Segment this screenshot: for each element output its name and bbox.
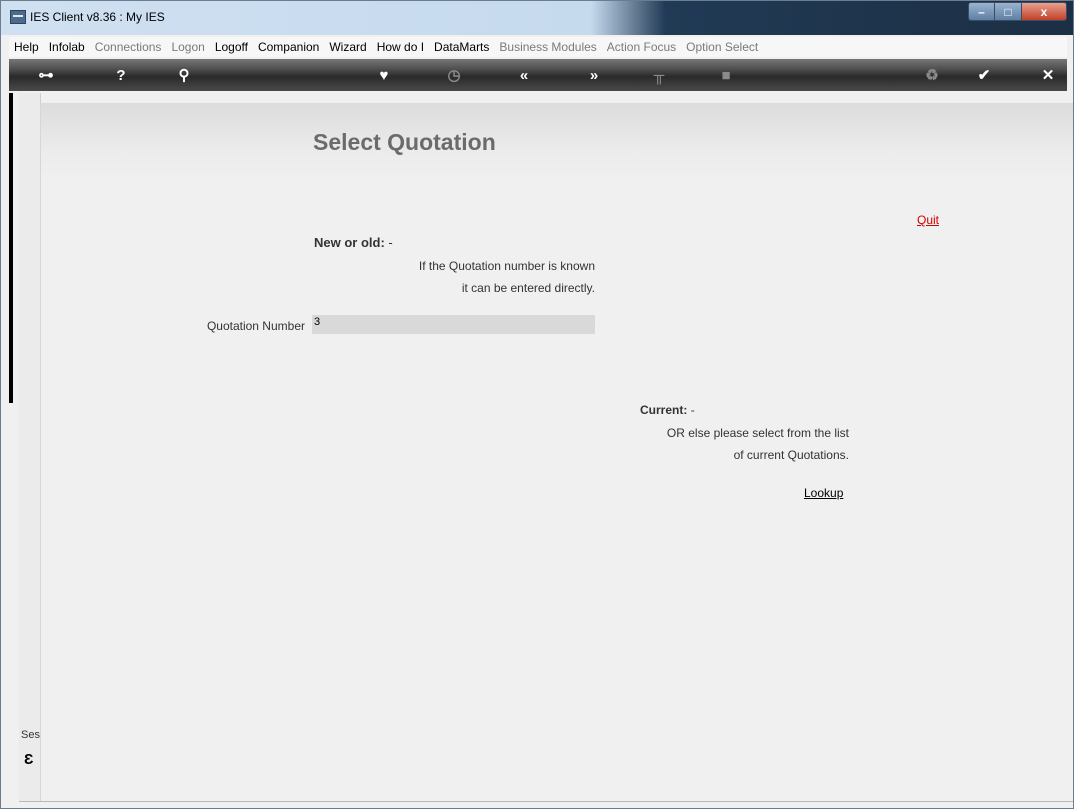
key-icon[interactable]: ⊶ bbox=[33, 65, 59, 85]
window-title: IES Client v8.36 : My IES bbox=[30, 10, 165, 24]
heart-icon[interactable]: ♥ bbox=[375, 65, 393, 85]
bottom-border bbox=[19, 801, 1073, 802]
check-icon[interactable]: ✔ bbox=[975, 65, 993, 85]
current-heading: Current: - bbox=[640, 403, 695, 417]
content-area bbox=[40, 103, 1073, 801]
current-dash: - bbox=[690, 403, 695, 417]
menu-logoff[interactable]: Logoff bbox=[210, 40, 253, 54]
session-label: Ses bbox=[21, 729, 40, 741]
minimize-button[interactable]: – bbox=[968, 2, 995, 21]
back-icon[interactable]: « bbox=[514, 65, 534, 85]
new-or-old-dash: - bbox=[388, 235, 393, 250]
new-or-old-label: New or old: bbox=[314, 235, 385, 250]
clock-icon[interactable]: ◷ bbox=[445, 65, 463, 85]
menu-companion[interactable]: Companion bbox=[253, 40, 324, 54]
left-divider bbox=[9, 93, 13, 403]
lookup-link[interactable]: Lookup bbox=[804, 486, 843, 500]
search-icon[interactable]: ⚲ bbox=[175, 65, 193, 85]
maximize-button[interactable]: □ bbox=[995, 2, 1022, 21]
menu-wizard[interactable]: Wizard bbox=[324, 40, 371, 54]
document-icon[interactable]: ■ bbox=[717, 65, 735, 85]
menu-connections[interactable]: Connections bbox=[90, 40, 167, 54]
menu-action-focus[interactable]: Action Focus bbox=[602, 40, 681, 54]
app-window: IES Client v8.36 : My IES – □ x Help Inf… bbox=[0, 0, 1074, 809]
toolbar: ⊶ ? ⚲ ♥ ◷ « » ╥ ■ ♻ ✔ ✕ bbox=[9, 59, 1067, 91]
menu-business-modules[interactable]: Business Modules bbox=[494, 40, 601, 54]
title-bar[interactable]: IES Client v8.36 : My IES – □ x bbox=[1, 1, 1073, 35]
quotation-number-label: Quotation Number bbox=[206, 319, 305, 333]
new-or-old-help-line2: it can be entered directly. bbox=[461, 281, 595, 295]
current-help-line1: OR else please select from the list bbox=[666, 426, 849, 440]
recycle-icon[interactable]: ♻ bbox=[923, 65, 941, 85]
current-help-line2: of current Quotations. bbox=[733, 448, 849, 462]
current-label: Current: bbox=[640, 403, 688, 417]
app-icon bbox=[10, 10, 26, 24]
window-controls: – □ x bbox=[968, 2, 1067, 22]
quit-link[interactable]: Quit bbox=[917, 213, 939, 227]
menu-bar: Help Infolab Connections Logon Logoff Co… bbox=[9, 37, 1067, 57]
menu-logon[interactable]: Logon bbox=[166, 40, 209, 54]
tools-icon[interactable]: ╥ bbox=[650, 65, 668, 85]
menu-datamarts[interactable]: DataMarts bbox=[429, 40, 494, 54]
menu-option-select[interactable]: Option Select bbox=[681, 40, 763, 54]
menu-how-do-i[interactable]: How do I bbox=[372, 40, 429, 54]
forward-icon[interactable]: » bbox=[584, 65, 604, 85]
close-window-button[interactable]: x bbox=[1022, 2, 1067, 21]
session-icon[interactable]: Ɛ bbox=[24, 751, 33, 768]
new-or-old-help-line1: If the Quotation number is known bbox=[418, 259, 595, 273]
menu-help[interactable]: Help bbox=[9, 40, 44, 54]
page-title: Select Quotation bbox=[313, 129, 496, 155]
side-panel bbox=[19, 93, 41, 801]
menu-infolab[interactable]: Infolab bbox=[44, 40, 90, 54]
help-icon[interactable]: ? bbox=[112, 65, 130, 85]
new-or-old-heading: New or old: - bbox=[314, 235, 393, 250]
close-icon[interactable]: ✕ bbox=[1039, 65, 1057, 85]
quotation-number-input[interactable] bbox=[312, 315, 595, 334]
